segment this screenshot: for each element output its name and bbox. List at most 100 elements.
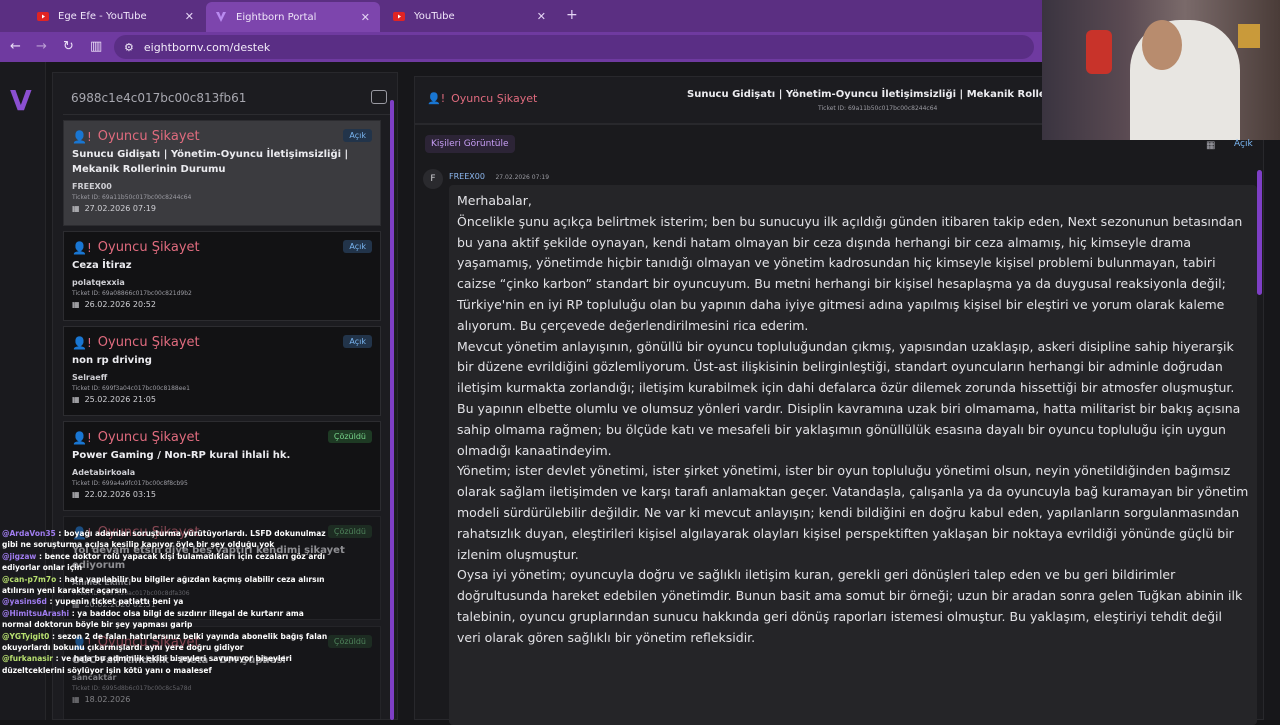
user-alert-icon: 👤! xyxy=(72,240,92,255)
tab-label: Eightborn Portal xyxy=(236,11,317,23)
close-icon[interactable]: ✕ xyxy=(361,11,370,24)
ticket-id: Ticket ID: 6995d8b6c017bc00c8c5a78d xyxy=(72,685,192,692)
chat-user: @yasins6d xyxy=(2,597,47,607)
message-body: Merhabalar, Öncelikle şunu açıkça belirt… xyxy=(449,185,1257,725)
side-panel-icon[interactable]: ▥ xyxy=(90,39,102,54)
ticket-card[interactable]: 👤! Oyuncu Şikayet Ceza İtiraz polatqexxia… xyxy=(63,231,381,321)
chat-message: @ArdaVon35 : boyağı adamlar soruşturma y… xyxy=(2,528,332,551)
webcam-overlay xyxy=(1042,0,1280,140)
status-badge: Çözüldü xyxy=(327,430,372,443)
calendar-icon: ▦ xyxy=(72,695,80,704)
ticket-id: Ticket ID: 699f3a04c017bc00c8188ee1 xyxy=(72,385,190,392)
ticket-user: Adetabirkoala xyxy=(72,468,136,477)
status-badge: Açık xyxy=(343,335,372,348)
youtube-icon xyxy=(392,9,406,23)
ticket-subject: non rp driving xyxy=(72,355,152,366)
message-paragraph: Mevcut yönetim anlayışının, gönüllü bir … xyxy=(457,338,1241,458)
ticket-type: Oyuncu Şikayet xyxy=(97,430,200,445)
chat-message: @YGTyigit0 : sezon 2 de falan hatırlarsı… xyxy=(2,631,332,654)
tab-label: YouTube xyxy=(414,10,455,22)
calendar-icon: ▦ xyxy=(1206,140,1216,151)
back-icon[interactable]: ← xyxy=(10,39,21,54)
ticket-card[interactable]: 👤! Oyuncu Şikayet Power Gaming / Non-RP k… xyxy=(63,421,381,511)
reload-icon[interactable]: ↻ xyxy=(63,39,74,54)
ticket-id: Ticket ID: 699a4a9fc017bc00c8f8cb95 xyxy=(72,480,188,487)
ticket-date: 22.02.2026 03:15 xyxy=(84,490,156,499)
figurine xyxy=(1086,30,1112,74)
user-alert-icon: 👤! xyxy=(427,92,446,105)
site-settings-icon[interactable]: ⚙ xyxy=(124,41,134,54)
chat-user: @ArdaVon35 xyxy=(2,529,56,538)
author-name[interactable]: FREEX00 xyxy=(449,172,485,181)
chat-message: @furkanasir : ve hala bu adminlik ekibi … xyxy=(2,653,332,676)
ticket-date: 27.02.2026 07:19 xyxy=(84,204,156,213)
ticket-card[interactable]: 👤! Oyuncu Şikayet Sunucu Gidişatı | Yönet… xyxy=(63,120,381,226)
ticket-search-input[interactable]: 6988c1e4c017bc00c813fb61 xyxy=(63,81,393,115)
calendar-icon: ▦ xyxy=(72,204,80,213)
tab-eightborn-portal[interactable]: Eightborn Portal ✕ xyxy=(206,2,380,32)
chat-message: @jigzaw : bence doktor rolü yapacak kişi… xyxy=(2,551,332,574)
tab-youtube[interactable]: YouTube ✕ xyxy=(384,4,556,28)
calendar-icon: ▦ xyxy=(72,395,80,404)
ticket-type: Oyuncu Şikayet xyxy=(97,335,200,350)
youtube-icon xyxy=(36,9,50,23)
calendar-icon: ▦ xyxy=(72,300,80,309)
search-value: 6988c1e4c017bc00c813fb61 xyxy=(71,90,247,105)
status-badge: Açık xyxy=(343,240,372,253)
streamer-head xyxy=(1142,20,1182,70)
message-timestamp: 27.02.2026 07:19 xyxy=(495,174,550,181)
detail-scrollbar[interactable] xyxy=(1257,170,1262,295)
close-icon[interactable]: ✕ xyxy=(537,10,546,23)
list-scrollbar[interactable] xyxy=(390,100,394,720)
chat-message: @HimitsuArashi : ya baddoc olsa bilgi de… xyxy=(2,608,332,631)
chat-user: @can-p7m7o xyxy=(2,574,57,584)
url-text: eightbornv.com/destek xyxy=(143,40,271,54)
message-paragraph: Yönetim; ister devlet yönetimi, ister şi… xyxy=(457,463,1249,562)
chat-message: @yasins6d : yupenin ticket patlattı beni… xyxy=(2,596,332,607)
avatar: F xyxy=(423,169,443,189)
ticket-user: Selraeff xyxy=(72,373,108,382)
message-paragraph: Merhabalar, xyxy=(457,193,532,208)
chat-user: @furkanasir xyxy=(2,654,53,664)
eightborn-logo[interactable]: V xyxy=(10,84,32,117)
ticket-type: Oyuncu Şikayet xyxy=(97,129,200,144)
ticket-card[interactable]: 👤! Oyuncu Şikayet non rp driving Selraeff… xyxy=(63,326,381,416)
new-tab-icon[interactable]: + xyxy=(566,7,578,23)
chat-user: @YGTyigit0 xyxy=(2,631,50,641)
chat-user: @HimitsuArashi xyxy=(2,608,70,618)
ticket-date: 25.02.2026 21:05 xyxy=(84,395,156,404)
status-badge: Çözüldü xyxy=(327,635,372,648)
close-icon[interactable]: ✕ xyxy=(185,10,194,23)
lamp xyxy=(1238,24,1260,48)
view-people-button[interactable]: Kişileri Görüntüle xyxy=(425,135,515,153)
ticket-date: 18.02.2026 xyxy=(84,695,131,704)
user-alert-icon: 👤! xyxy=(72,335,92,350)
address-bar[interactable]: ⚙ eightbornv.com/destek xyxy=(114,35,1034,59)
detail-ticket-id: Ticket ID: 69a11b50c017bc00c8244c64 xyxy=(818,105,938,112)
chat-text: : bence doktor rolü yapacak kişi bulamad… xyxy=(2,551,326,573)
detail-status: Açık xyxy=(1234,139,1253,149)
user-alert-icon: 👤! xyxy=(72,129,92,144)
message-paragraph: Öncelikle şunu açıkça belirtmek isterim;… xyxy=(457,213,1243,333)
ticket-subject: Power Gaming / Non-RP kural ihlali hk. xyxy=(72,450,291,461)
ticket-subject: Sunucu Gidişatı | Yönetim-Oyuncu İletişi… xyxy=(72,149,349,175)
filter-icon[interactable] xyxy=(371,90,387,104)
tab-label: Ege Efe - YouTube xyxy=(58,10,147,22)
forward-icon[interactable]: → xyxy=(36,39,47,54)
ticket-date: 26.02.2026 20:52 xyxy=(84,300,156,309)
chat-text: : yupenin ticket patlattı beni ya xyxy=(49,597,184,607)
ticket-subject: Ceza İtiraz xyxy=(72,260,132,271)
ticket-user: FREEX00 xyxy=(72,182,112,191)
status-badge: Çözüldü xyxy=(327,525,372,538)
eightborn-icon xyxy=(214,10,228,24)
ticket-detail: Kişileri Görüntüle F FREEX00 27.02.2026 … xyxy=(414,124,1264,725)
chat-message: @can-p7m7o : hata yapılabilir bu bilgile… xyxy=(2,574,332,597)
stream-chat: @ArdaVon35 : boyağı adamlar soruşturma y… xyxy=(2,528,332,676)
chat-text: : sezon 2 de falan hatırlarsınız belki y… xyxy=(2,631,328,653)
calendar-icon: ▦ xyxy=(72,490,80,499)
detail-type: Oyuncu Şikayet xyxy=(451,92,538,105)
chat-user: @jigzaw xyxy=(2,551,37,561)
ticket-type: Oyuncu Şikayet xyxy=(97,240,200,255)
tab-ege-efe-youtube[interactable]: Ege Efe - YouTube ✕ xyxy=(28,4,204,28)
status-badge: Açık xyxy=(343,129,372,142)
